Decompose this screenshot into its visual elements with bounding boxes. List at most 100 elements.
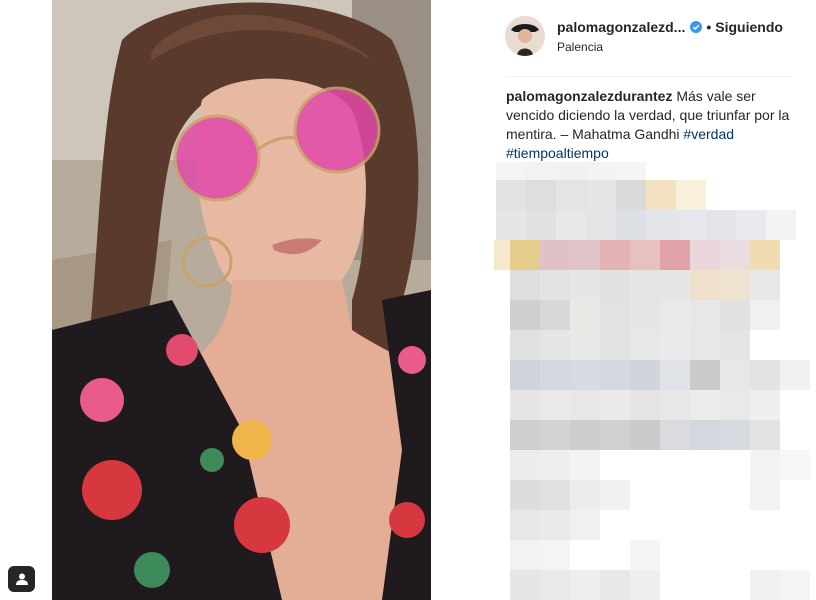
caption-username-link[interactable]: palomagonzalezdurantez [506,88,672,104]
pixelated-block [720,420,750,450]
pixelated-block [540,330,570,360]
pixelated-block [660,300,690,330]
pixelated-block [690,300,720,330]
pixelated-block [720,300,750,330]
pixelated-block [600,330,630,360]
pixelated-block [540,300,570,330]
avatar[interactable] [505,16,545,56]
pixelated-block [646,180,676,210]
pixelated-block [600,300,630,330]
pixelated-block [750,570,780,600]
pixelated-block [540,360,570,390]
pixelated-block [600,390,630,420]
hashtag-link[interactable]: #tiempoaltiempo [506,145,609,161]
pixelated-block [780,360,810,390]
pixelated-block [540,570,570,600]
pixelated-block [630,300,660,330]
left-gutter [0,0,52,600]
separator-dot: • [706,19,712,35]
photo-illustration [52,0,431,600]
pixelated-block [630,540,660,570]
pixelated-block [736,210,766,240]
pixelated-block [750,300,780,330]
pixelated-block [676,180,706,210]
verified-badge-icon [690,21,703,33]
pixelated-block [570,390,600,420]
pixelated-comments [494,162,816,600]
pixelated-block [720,270,750,300]
pixelated-block [690,420,720,450]
pixelated-block [570,270,600,300]
pixelated-block [630,240,660,270]
pixelated-block [540,240,570,270]
pixelated-block [750,420,780,450]
avatar-image [505,16,545,56]
location-link[interactable]: Palencia [557,39,807,55]
pixelated-block [720,330,750,360]
pixelated-block [600,270,630,300]
tagged-users-button[interactable] [8,566,35,592]
pixelated-block [540,540,570,570]
pixelated-block [496,210,526,240]
post-caption: palomagonzalezdurantez Más vale ser venc… [506,87,798,163]
pixelated-block [510,420,540,450]
pixelated-block [676,210,706,240]
pixelated-block [600,240,630,270]
pixelated-block [720,390,750,420]
pixelated-block [690,390,720,420]
pixelated-block [540,390,570,420]
pixelated-block [660,390,690,420]
pixelated-block [780,450,810,480]
pixelated-block [540,510,570,540]
pixelated-block [510,270,540,300]
pixelated-block [630,270,660,300]
post-photo[interactable] [52,0,431,600]
pixelated-block [660,240,690,270]
pixelated-block [750,390,780,420]
pixelated-block [570,330,600,360]
pixelated-block [750,480,780,510]
pixelated-block [750,450,780,480]
pixelated-block [630,390,660,420]
pixelated-block [570,240,600,270]
post-side-panel: palomagonzalezd... • Siguiendo Palencia … [431,0,816,600]
pixelated-block [570,450,600,480]
pixelated-block [660,270,690,300]
pixelated-block [510,480,540,510]
pixelated-block [496,180,526,210]
username-link[interactable]: palomagonzalezd... [557,18,685,36]
post-header: palomagonzalezd... • Siguiendo Palencia [505,16,798,62]
pixelated-block [750,360,780,390]
pixelated-block [630,360,660,390]
pixelated-block [690,360,720,390]
pixelated-block [510,300,540,330]
pixelated-block [660,420,690,450]
pixelated-block [526,210,556,240]
pixelated-block [690,240,720,270]
pixelated-block [630,420,660,450]
pixelated-block [570,480,600,510]
following-button[interactable]: Siguiendo [715,18,783,36]
pixelated-block [510,330,540,360]
pixelated-block [616,210,646,240]
pixelated-block [660,360,690,390]
pixelated-block [750,240,780,270]
pixelated-block [510,450,540,480]
pixelated-block [630,330,660,360]
pixelated-block [766,210,796,240]
pixelated-block [556,210,586,240]
pixelated-block [720,240,750,270]
pixelated-block [540,480,570,510]
pixelated-block [660,330,690,360]
pixelated-block [586,180,616,210]
pixelated-block [556,180,586,210]
pixelated-block [690,330,720,360]
pixelated-block [570,360,600,390]
pixelated-block [570,420,600,450]
pixelated-block [706,210,736,240]
pixelated-block [510,390,540,420]
pixelated-block [510,510,540,540]
pixelated-block [540,420,570,450]
hashtag-link[interactable]: #verdad [683,126,734,142]
pixelated-block [600,480,630,510]
